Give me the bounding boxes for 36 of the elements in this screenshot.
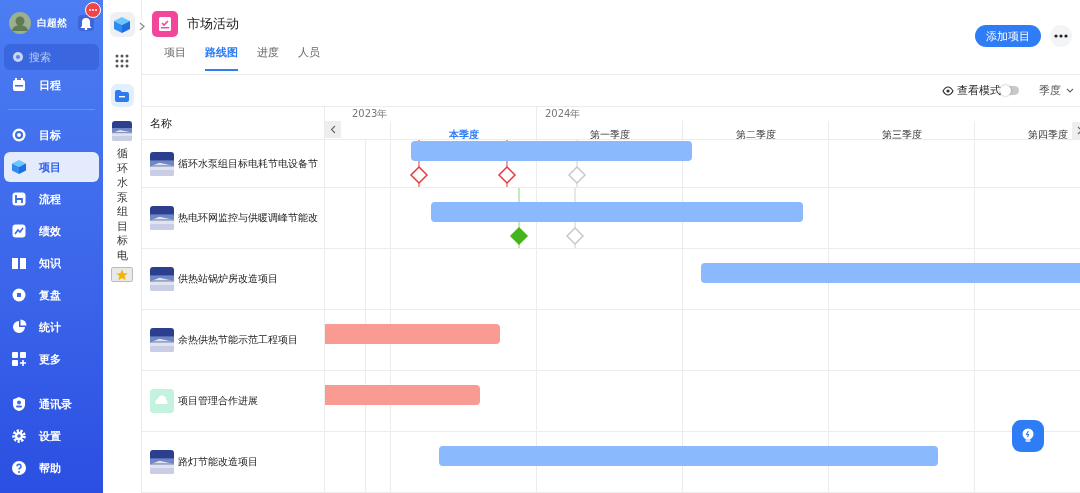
nav-item[interactable]: 流程: [4, 184, 99, 214]
scale-dropdown[interactable]: 季度: [1039, 83, 1074, 98]
view-mode-label: 查看模式: [957, 83, 1001, 98]
nav-item[interactable]: 通讯录: [4, 389, 99, 419]
user-name: 白超然: [37, 16, 68, 30]
project-name[interactable]: 热电环网监控与供暖调峰节能改: [178, 211, 318, 225]
nav-item[interactable]: 统计: [4, 312, 99, 342]
add-project-button[interactable]: 添加项目: [975, 25, 1041, 47]
search-field[interactable]: 搜索: [4, 44, 99, 70]
tab[interactable]: 进度: [257, 46, 279, 71]
nav-item[interactable]: 目标: [4, 120, 99, 150]
project-name[interactable]: 循环水泵组目标电耗节电设备节: [178, 156, 318, 171]
nav-item[interactable]: 帮助: [4, 453, 99, 483]
project-name-vertical: 循环水泵组目标电: [116, 147, 128, 264]
nav-item[interactable]: 日程: [4, 70, 99, 100]
nav-item[interactable]: 知识: [4, 248, 99, 278]
nav-item[interactable]: 绩效: [4, 216, 99, 246]
project-name[interactable]: 项目管理合作进展: [178, 394, 258, 408]
project-name[interactable]: 余热供热节能示范工程项目: [178, 333, 298, 347]
page-title: 市场活动: [187, 15, 239, 33]
tab[interactable]: 项目: [164, 46, 186, 71]
quarter-label: 第三季度: [881, 129, 922, 139]
tab[interactable]: 人员: [298, 46, 320, 71]
nav-item[interactable]: 设置: [4, 421, 99, 451]
quarter-label: 本季度: [448, 129, 479, 139]
year-label: 2024年: [545, 108, 581, 119]
quarter-label: 第一季度: [589, 129, 630, 139]
quarter-label: 第二季度: [735, 129, 776, 139]
nav-item[interactable]: 项目: [4, 152, 99, 182]
project-name[interactable]: 路灯节能改造项目: [178, 455, 258, 469]
year-label: 2023年: [352, 108, 388, 119]
quarter-label: 第四季度: [1027, 129, 1068, 139]
tab[interactable]: 路线图: [205, 46, 238, 71]
nav-item[interactable]: 更多: [4, 344, 99, 374]
nav-item[interactable]: 复盘: [4, 280, 99, 310]
project-name[interactable]: 供热站锅炉房改造项目: [178, 272, 278, 286]
